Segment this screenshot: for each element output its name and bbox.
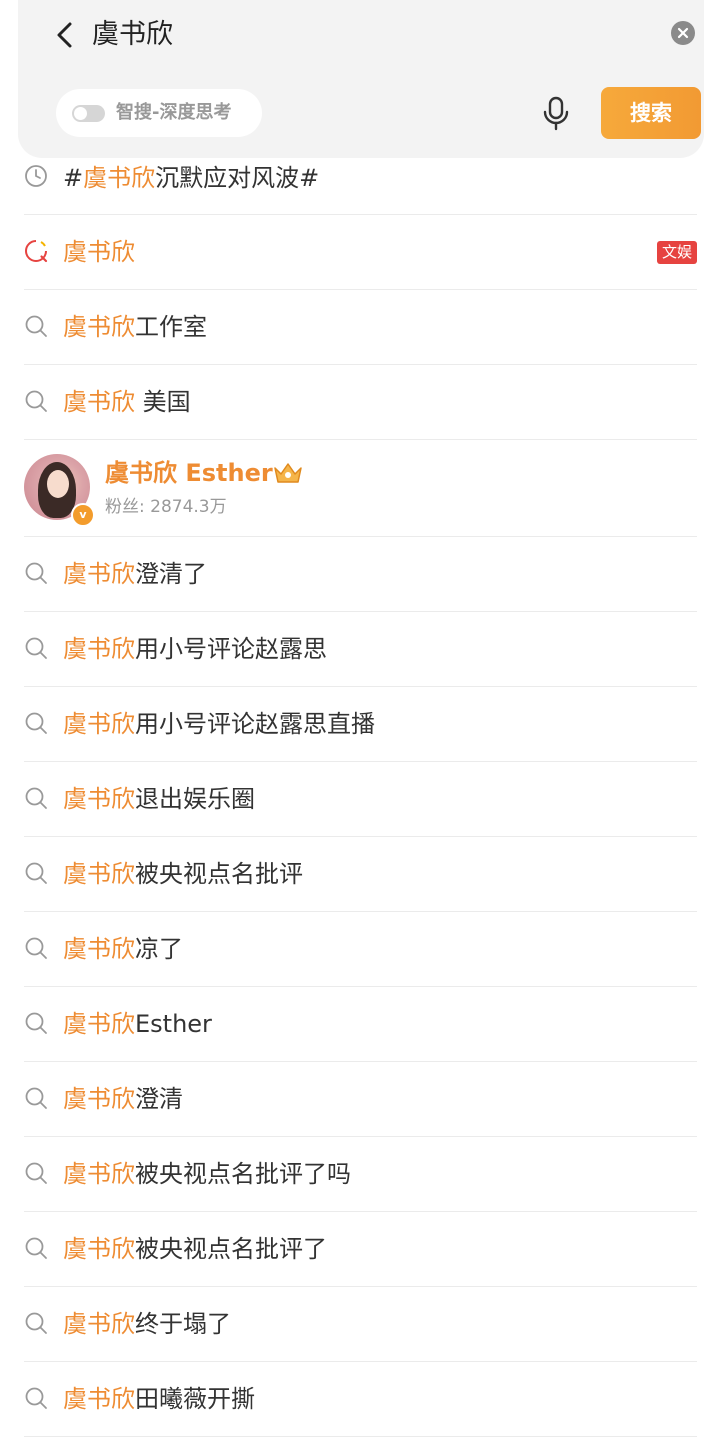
suggestion-highlight: 虞书欣 <box>63 238 135 266</box>
suggestion-highlight: 虞书欣 <box>63 1085 135 1113</box>
search-icon <box>25 1087 47 1109</box>
suggestion-highlight: 虞书欣 <box>63 785 135 813</box>
search-icon <box>25 1312 47 1334</box>
suggestion-suffix: 被央视点名批评 <box>135 860 303 888</box>
suggestion-highlight: 虞书欣 <box>63 1235 135 1263</box>
suggestion-text: 虞书欣澄清了 <box>63 537 207 611</box>
suggestion-text: 虞书欣澄清 <box>63 1062 183 1136</box>
suggestion-highlight: 虞书欣 <box>63 313 135 341</box>
suggestion-row[interactable]: 虞书欣退出娱乐圈 <box>24 762 697 837</box>
suggestion-suffix: 被央视点名批评了吗 <box>135 1160 351 1188</box>
search-icon <box>25 1162 47 1184</box>
suggestion-text: 虞书欣田曦薇开撕 <box>63 1362 255 1436</box>
search-icon <box>25 315 47 337</box>
search-icon <box>25 862 47 884</box>
suggestion-row[interactable]: 虞书欣 美国 <box>24 365 697 440</box>
toggle-knob <box>74 107 87 120</box>
suggestion-highlight: 虞书欣 <box>83 164 156 192</box>
suggestion-row[interactable]: 虞书欣田曦薇开撕 <box>24 1362 697 1437</box>
suggestion-text: 虞书欣终于塌了 <box>63 1287 231 1361</box>
suggestion-row[interactable]: 虞书欣Esther <box>24 987 697 1062</box>
suggestion-suffix: 工作室 <box>135 313 207 341</box>
suggestion-highlight: 虞书欣 <box>63 1160 135 1188</box>
suggestion-text: 虞书欣凉了 <box>63 912 183 986</box>
user-result-row[interactable]: v 虞书欣 Esther 粉丝: 2874.3万 <box>24 439 697 537</box>
suggestion-suffix: 用小号评论赵露思 <box>135 635 327 663</box>
suggestion-text: 虞书欣被央视点名批评 <box>63 837 303 911</box>
suggestion-text: 虞书欣 <box>63 215 135 289</box>
search-icon <box>25 562 47 584</box>
suggestion-text: 虞书欣退出娱乐圈 <box>63 762 255 836</box>
ai-toggle-label: 智搜-深度思考 <box>116 102 232 123</box>
user-name: 虞书欣 Esther <box>105 459 273 487</box>
suggestion-row[interactable]: 虞书欣终于塌了 <box>24 1287 697 1362</box>
suggestion-highlight: 虞书欣 <box>63 860 135 888</box>
suggestion-highlight: 虞书欣 <box>63 710 135 738</box>
suggestion-text: 虞书欣工作室 <box>63 290 207 364</box>
category-badge: 文娱 <box>657 241 697 264</box>
search-icon <box>25 1237 47 1259</box>
suggestion-text: 虞书欣Esther <box>63 987 212 1061</box>
suggestion-text: 虞书欣被央视点名批评了 <box>63 1212 327 1286</box>
search-icon <box>25 787 47 809</box>
microphone-icon[interactable] <box>542 96 570 132</box>
history-clock-icon <box>25 165 47 187</box>
suggestion-row[interactable]: 虞书欣被央视点名批评了吗 <box>24 1137 697 1212</box>
toggle-switch[interactable] <box>72 105 105 122</box>
suggestion-suffix: 凉了 <box>135 935 183 963</box>
suggestion-suffix: 沉默应对风波# <box>155 164 320 192</box>
suggestion-prefix: # <box>63 164 84 192</box>
suggestion-row[interactable]: 虞书欣用小号评论赵露思 <box>24 612 697 687</box>
suggestion-text: 虞书欣用小号评论赵露思 <box>63 612 327 686</box>
suggestion-highlight: 虞书欣 <box>63 388 135 416</box>
search-header: 虞书欣 智搜-深度思考 搜索 <box>18 0 704 158</box>
search-button[interactable]: 搜索 <box>601 87 701 139</box>
suggestion-text: 虞书欣 美国 <box>63 365 191 439</box>
suggestion-text: #虞书欣沉默应对风波# <box>63 140 319 216</box>
suggestion-row[interactable]: 虞书欣用小号评论赵露思直播 <box>24 687 697 762</box>
suggestion-text: 虞书欣被央视点名批评了吗 <box>63 1137 351 1211</box>
search-icon <box>25 390 47 412</box>
search-icon <box>25 937 47 959</box>
suggestion-highlight: 虞书欣 <box>63 1310 135 1338</box>
suggestion-suffix: 澄清了 <box>135 560 207 588</box>
suggestion-suffix: 用小号评论赵露思直播 <box>135 710 375 738</box>
search-icon <box>25 1387 47 1409</box>
suggestion-row[interactable]: 虞书欣被央视点名批评 <box>24 837 697 912</box>
suggestion-suffix: 终于塌了 <box>135 1310 231 1338</box>
search-icon <box>25 1012 47 1034</box>
suggestion-row[interactable]: 虞书欣凉了 <box>24 912 697 987</box>
verified-icon: v <box>71 503 95 527</box>
suggestion-highlight: 虞书欣 <box>63 935 135 963</box>
suggestion-suffix: 被央视点名批评了 <box>135 1235 327 1263</box>
suggestion-highlight: 虞书欣 <box>63 1385 135 1413</box>
suggestion-highlight: 虞书欣 <box>63 560 135 588</box>
suggestion-highlight: 虞书欣 <box>63 635 135 663</box>
suggestion-row-history[interactable]: #虞书欣沉默应对风波# <box>24 140 697 215</box>
suggestion-row[interactable]: 虞书欣工作室 <box>24 290 697 365</box>
suggestion-highlight: 虞书欣 <box>63 1010 135 1038</box>
suggestion-suffix: 退出娱乐圈 <box>135 785 255 813</box>
avatar-face <box>47 470 69 498</box>
suggestion-row[interactable]: 虞书欣被央视点名批评了 <box>24 1212 697 1287</box>
fans-count: 粉丝: 2874.3万 <box>105 497 227 517</box>
suggestion-suffix: 美国 <box>135 388 191 416</box>
suggestion-suffix: 田曦薇开撕 <box>135 1385 255 1413</box>
search-query-input[interactable]: 虞书欣 <box>92 16 173 54</box>
suggestion-row-hot[interactable]: 虞书欣 文娱 <box>24 215 697 290</box>
suggestion-row[interactable]: 虞书欣澄清 <box>24 1062 697 1137</box>
suggestion-suffix: Esther <box>135 1010 212 1038</box>
clear-icon[interactable] <box>670 20 696 46</box>
suggestion-text: 虞书欣用小号评论赵露思直播 <box>63 687 375 761</box>
ai-deep-think-toggle[interactable]: 智搜-深度思考 <box>56 89 262 137</box>
back-arrow-icon[interactable] <box>50 18 80 52</box>
hot-search-icon <box>25 240 48 263</box>
search-icon <box>25 637 47 659</box>
search-icon <box>25 712 47 734</box>
suggestion-suffix: 澄清 <box>135 1085 183 1113</box>
crown-icon <box>274 463 302 483</box>
suggestion-row[interactable]: 虞书欣澄清了 <box>24 537 697 612</box>
